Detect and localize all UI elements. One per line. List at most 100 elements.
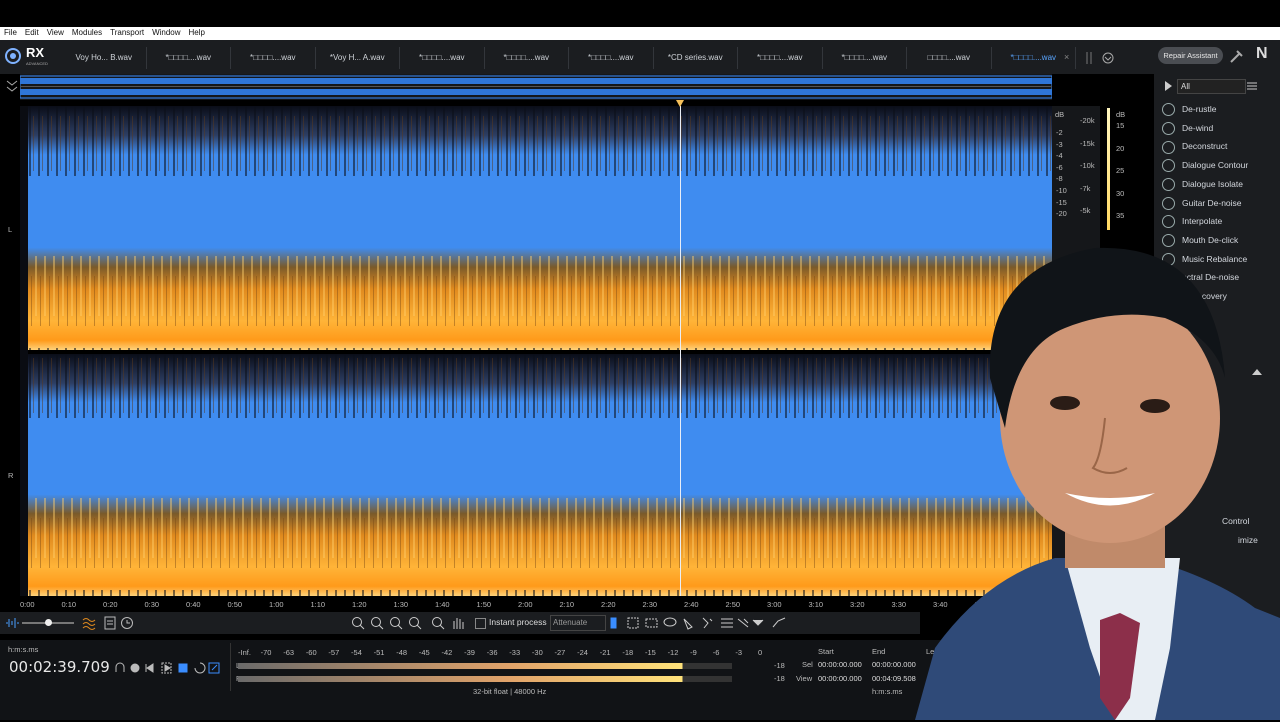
- file-tab[interactable]: *□□□□....wav: [400, 47, 485, 69]
- meter-tick: -18: [622, 648, 634, 657]
- meter-tick: -39: [464, 648, 475, 657]
- history-icon[interactable]: [120, 616, 134, 630]
- selection-unit: h:m:s.ms: [872, 687, 903, 696]
- logo-subtext: ADVANCED: [26, 61, 48, 66]
- time-tick: 3:20: [850, 600, 865, 609]
- transport-controls[interactable]: [113, 660, 225, 676]
- db-unit-label: dB: [1055, 110, 1065, 119]
- db-tick: -3: [1056, 139, 1063, 149]
- module-item[interactable]: De-rustle: [1162, 100, 1216, 118]
- menu-view[interactable]: View: [43, 27, 68, 37]
- instant-process-checkbox[interactable]: [475, 618, 486, 629]
- divider: [230, 643, 231, 691]
- db-right-tick: 15: [1116, 121, 1125, 130]
- channel-right-label: R: [8, 471, 14, 480]
- zoom-slider-handle[interactable]: [45, 619, 52, 626]
- db-right-unit: dB: [1116, 110, 1126, 119]
- module-icon: [1162, 121, 1175, 135]
- time-tick: 3:30: [891, 600, 907, 609]
- time-tick: 3:00: [767, 600, 782, 609]
- top-black-bar: [0, 0, 1280, 27]
- hz-tick: -5k: [1080, 206, 1091, 215]
- meter-tick: -33: [509, 648, 521, 657]
- view-end-value[interactable]: 00:04:09.508: [872, 674, 916, 683]
- module-item[interactable]: Dialogue Isolate: [1162, 175, 1243, 193]
- wrench-icon[interactable]: [1228, 47, 1246, 65]
- file-tab[interactable]: *□□□□....wav: [147, 47, 231, 69]
- file-tab[interactable]: *□□□□....wav: [231, 47, 316, 69]
- module-item[interactable]: Dialogue Contour: [1162, 156, 1248, 174]
- view-label: View: [796, 674, 813, 683]
- db-right-tick: 25: [1116, 166, 1125, 176]
- zoom-tools-icon[interactable]: [350, 615, 480, 631]
- time-tick: 1:20: [352, 600, 367, 609]
- settings-icon[interactable]: [104, 616, 116, 630]
- time-tick: 2:20: [601, 600, 616, 609]
- close-tab-icon[interactable]: ×: [1064, 52, 1069, 62]
- file-tab[interactable]: *□□□□....wav: [569, 47, 654, 69]
- file-tab[interactable]: *□□□□....wav: [485, 47, 569, 69]
- time-tick: 1:40: [435, 600, 450, 609]
- module-label: Interpolate: [1182, 216, 1223, 227]
- module-item[interactable]: Deconstruct: [1162, 137, 1227, 155]
- time-tick: 1:50: [476, 600, 492, 609]
- rx-logo: RX ADVANCED: [4, 44, 56, 70]
- db-right-tick: 35: [1116, 211, 1125, 221]
- meter-left-bar: [238, 663, 732, 669]
- timeline-ruler[interactable]: 0:00 0:10 0:20 0:30 0:40 0:50 1:00 1:10 1:20 1:30…: [20, 598, 1052, 612]
- presenter-portrait-image: [915, 247, 1280, 720]
- file-tab[interactable]: *□□□□....wav: [738, 47, 823, 69]
- sel-start-value[interactable]: 00:00:00.000: [818, 660, 862, 669]
- menu-help[interactable]: Help: [185, 27, 209, 37]
- time-tick: 0:50: [227, 600, 243, 609]
- hz-tick: -7k: [1080, 183, 1091, 193]
- process-mode-select[interactable]: Attenuate: [550, 615, 606, 631]
- file-tab[interactable]: Voy Ho... B.wav: [62, 47, 147, 69]
- tab-scroll-icon[interactable]: [1085, 50, 1115, 66]
- menu-bar: File Edit View Modules Transport Window Help: [0, 27, 1280, 40]
- module-filter-select[interactable]: All: [1177, 79, 1246, 94]
- module-label: De-wind: [1182, 122, 1214, 133]
- menu-transport[interactable]: Transport: [106, 27, 148, 37]
- menu-modules[interactable]: Modules: [68, 27, 106, 37]
- sel-end-value[interactable]: 00:00:00.000: [872, 660, 916, 669]
- meter-tick: -51: [373, 648, 385, 657]
- file-tab[interactable]: *Voy H... A.wav: [316, 47, 400, 69]
- waveform-toggle-icon[interactable]: [5, 617, 19, 629]
- meter-tick: -36: [486, 648, 498, 657]
- menu-file[interactable]: File: [0, 27, 21, 37]
- db-tick: -10: [1056, 186, 1067, 195]
- selection-tools-icon[interactable]: [608, 615, 793, 631]
- repair-assistant-button[interactable]: Repair Assistant: [1158, 47, 1223, 64]
- meter-tick: -63: [283, 648, 295, 657]
- playhead-line[interactable]: [680, 106, 682, 596]
- time-format-label[interactable]: h:m:s.ms: [8, 645, 38, 654]
- view-start-value[interactable]: 00:00:00.000: [818, 674, 862, 683]
- menu-window[interactable]: Window: [148, 27, 184, 37]
- module-item[interactable]: Guitar De-noise: [1162, 194, 1242, 212]
- spectrogram-graphic: [20, 106, 1052, 596]
- spectrogram-view[interactable]: [20, 106, 1052, 596]
- time-tick: 3:10: [808, 600, 824, 609]
- playhead-marker-icon[interactable]: [676, 100, 685, 107]
- module-item[interactable]: De-wind: [1162, 119, 1213, 137]
- time-tick: 1:00: [269, 600, 284, 609]
- menu-edit[interactable]: Edit: [21, 27, 43, 37]
- time-tick: 1:30: [393, 600, 409, 609]
- meter-right-peak: -18: [774, 674, 785, 683]
- db-tick: -8: [1056, 174, 1063, 184]
- spectro-toggle-icon[interactable]: [82, 616, 96, 630]
- collapse-icon[interactable]: [6, 78, 18, 94]
- file-tab[interactable]: *□□□□....wav: [823, 47, 907, 69]
- menu-icon[interactable]: [1246, 80, 1258, 92]
- start-label: Start: [818, 647, 834, 656]
- db-tick: -6: [1056, 162, 1063, 172]
- file-tab[interactable]: □□□□....wav: [907, 47, 992, 69]
- time-tick: 2:30: [642, 600, 658, 609]
- play-preview-icon[interactable]: [1163, 80, 1173, 92]
- hz-tick: -15k: [1080, 138, 1095, 148]
- channel-left-label: L: [8, 225, 13, 234]
- meter-tick: -6: [712, 648, 720, 657]
- file-tab[interactable]: *CD series.wav: [654, 47, 738, 69]
- overview-waveform[interactable]: [19, 74, 1053, 100]
